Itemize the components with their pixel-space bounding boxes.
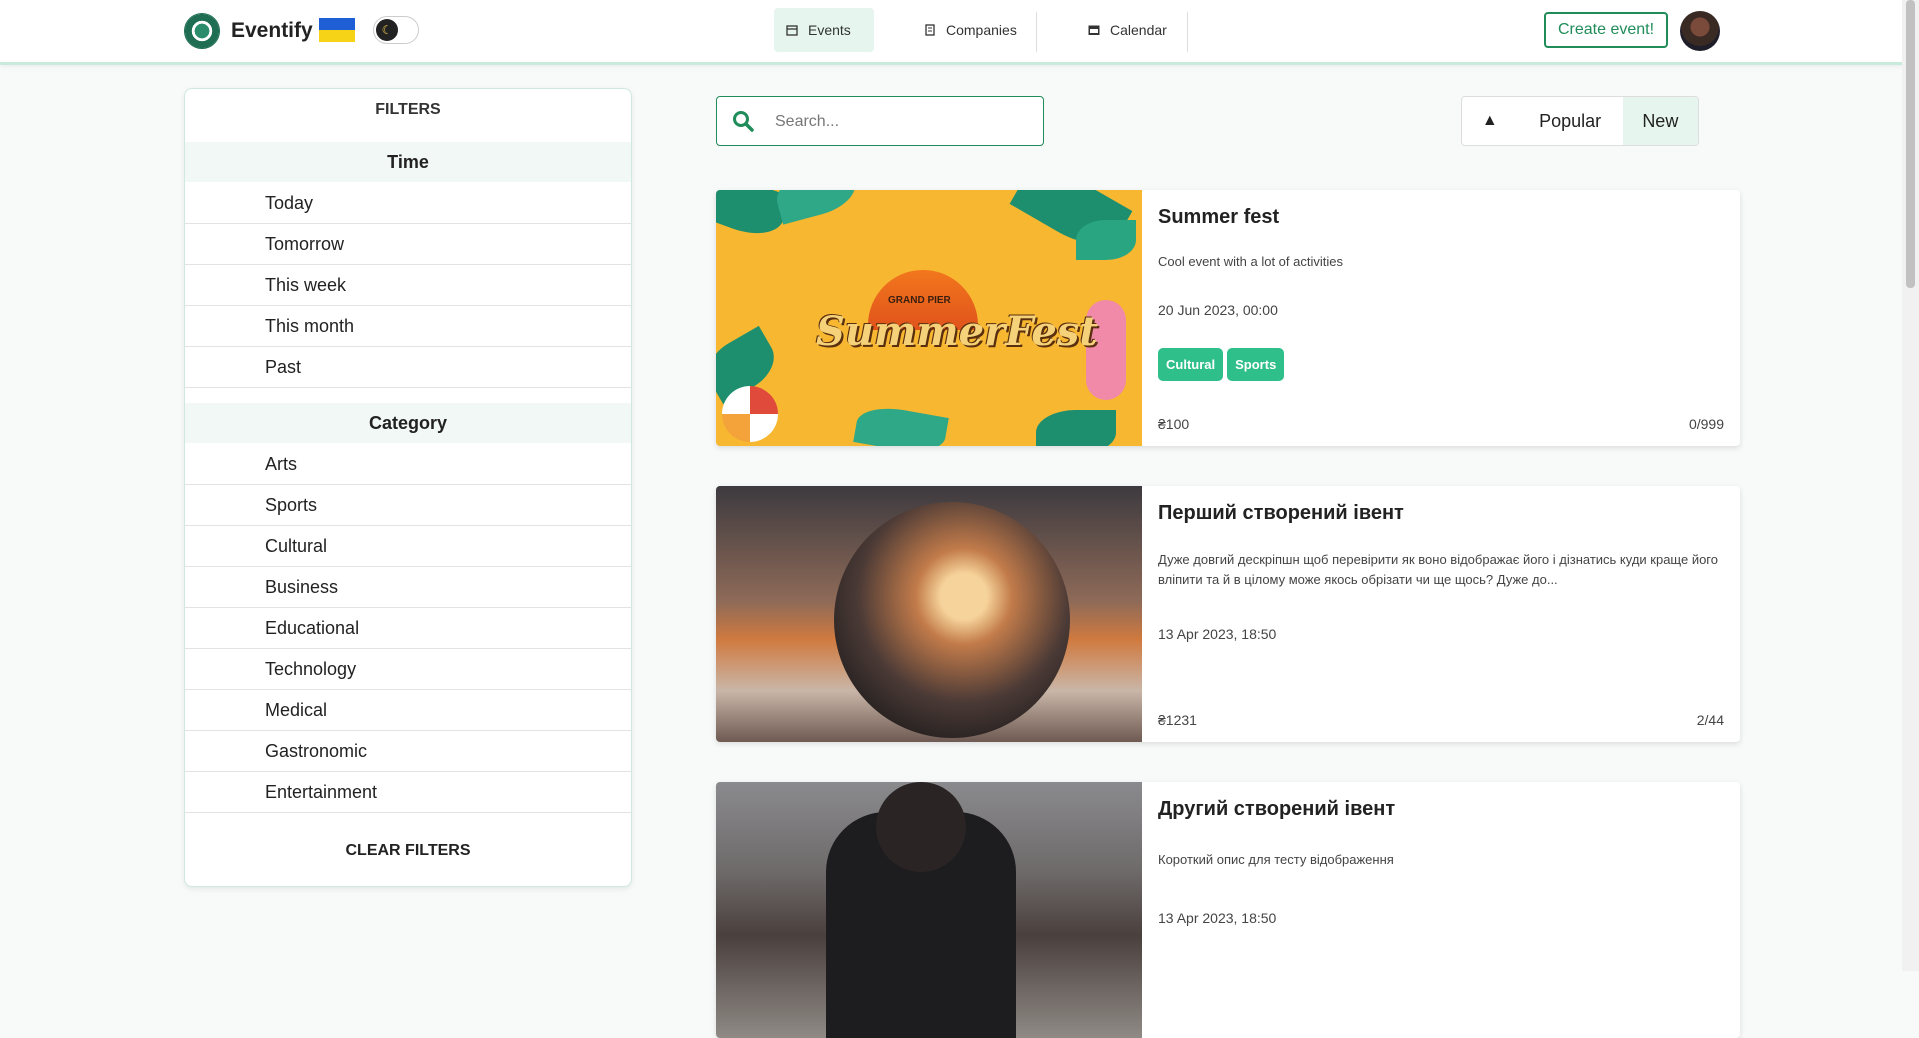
filter-time-tomorrow[interactable]: Tomorrow xyxy=(185,224,631,265)
filter-category-medical[interactable]: Medical xyxy=(185,690,631,731)
category-section-heading: Category xyxy=(185,403,631,443)
filter-category-gastronomic[interactable]: Gastronomic xyxy=(185,731,631,772)
building-icon xyxy=(925,24,935,36)
event-date: 20 Jun 2023, 00:00 xyxy=(1158,302,1278,318)
event-tag[interactable]: Cultural xyxy=(1158,348,1224,381)
event-date: 13 Apr 2023, 18:50 xyxy=(1158,626,1277,642)
filter-time-today[interactable]: Today xyxy=(185,183,631,224)
event-title[interactable]: Summer fest xyxy=(1158,206,1279,229)
tab-companies-label: Companies xyxy=(946,22,1017,38)
event-description: Cool event with a lot of activities xyxy=(1158,254,1343,269)
calendar-icon xyxy=(1088,25,1100,35)
event-seats: 2/44 xyxy=(1696,712,1724,728)
filter-label: Technology xyxy=(265,659,357,679)
event-card[interactable]: Другий створений івент Короткий опис для… xyxy=(716,782,1740,1038)
user-avatar[interactable] xyxy=(1680,11,1720,51)
clear-filters-button[interactable]: CLEAR FILTERS xyxy=(185,842,631,860)
calendar-small-icon xyxy=(786,25,798,36)
beach-ball-icon xyxy=(722,386,778,442)
event-price: ₴1231 xyxy=(1158,712,1197,728)
event-title[interactable]: Другий створений івент xyxy=(1158,798,1395,821)
filter-category-technology[interactable]: Technology xyxy=(185,649,631,690)
filter-label: Today xyxy=(265,193,314,213)
filter-label: Cultural xyxy=(265,536,328,556)
crystal-ball-graphic xyxy=(834,502,1070,738)
filter-category-entertainment[interactable]: Entertainment xyxy=(185,772,631,813)
event-image[interactable] xyxy=(716,486,1142,742)
top-navbar: Eventify ☾ Events Companies Calendar Cre… xyxy=(0,0,1902,65)
create-event-button[interactable]: Create event! xyxy=(1544,12,1668,48)
page-scrollbar[interactable] xyxy=(1902,0,1919,971)
tab-calendar[interactable]: Calendar xyxy=(1076,8,1186,52)
filter-label: Gastronomic xyxy=(265,741,368,761)
filter-time-past[interactable]: Past xyxy=(185,347,631,388)
scrollbar-thumb[interactable] xyxy=(1906,0,1915,288)
dark-mode-toggle[interactable]: ☾ xyxy=(373,16,419,44)
filters-panel: FILTERS Time Today Tomorrow This week Th… xyxy=(184,88,632,887)
event-description: Дуже довгий дескріпшн щоб перевірити як … xyxy=(1158,552,1718,587)
search-input[interactable] xyxy=(773,109,1027,135)
tab-events-label: Events xyxy=(808,22,851,38)
filter-label: This week xyxy=(265,275,347,295)
filter-label: Entertainment xyxy=(265,782,378,802)
time-section-heading: Time xyxy=(185,142,631,182)
event-image[interactable] xyxy=(716,782,1142,1038)
nav-divider xyxy=(1187,12,1188,52)
filter-label: This month xyxy=(265,316,355,336)
nav-divider xyxy=(1036,12,1037,52)
event-seats: 0/999 xyxy=(1688,416,1724,432)
brand-name[interactable]: Eventify xyxy=(231,19,313,43)
sort-direction-arrow-icon[interactable]: ▲ xyxy=(1462,97,1518,145)
event-card[interactable]: GRAND PIER SummerFest Summer fest Cool e… xyxy=(716,190,1740,446)
event-tags: Cultural Sports xyxy=(1158,348,1285,381)
filter-time-this-week[interactable]: This week xyxy=(185,265,631,306)
filter-label: Medical xyxy=(265,700,328,720)
filter-category-business[interactable]: Business xyxy=(185,567,631,608)
sort-popular-button[interactable]: Popular xyxy=(1518,97,1623,145)
filter-label: Sports xyxy=(265,495,318,515)
filter-label: Business xyxy=(265,577,339,597)
event-price: ₴100 xyxy=(1158,416,1190,432)
tab-calendar-label: Calendar xyxy=(1110,22,1167,38)
filter-time-this-month[interactable]: This month xyxy=(185,306,631,347)
search-icon xyxy=(733,111,754,132)
event-title[interactable]: Перший створений івент xyxy=(1158,502,1404,525)
filter-category-arts[interactable]: Arts xyxy=(185,444,631,485)
sort-new-button[interactable]: New xyxy=(1622,97,1698,145)
filter-category-sports[interactable]: Sports xyxy=(185,485,631,526)
event-tag[interactable]: Sports xyxy=(1227,348,1285,381)
event-image-text: SummerFest xyxy=(816,308,1098,355)
tab-events[interactable]: Events xyxy=(774,8,874,52)
sort-control: ▲ Popular New xyxy=(1461,96,1699,146)
filter-label: Past xyxy=(265,357,302,377)
filter-category-cultural[interactable]: Cultural xyxy=(185,526,631,567)
event-image[interactable]: GRAND PIER SummerFest xyxy=(716,190,1142,446)
event-card[interactable]: Перший створений івент Дуже довгий дескр… xyxy=(716,486,1740,742)
tab-companies[interactable]: Companies xyxy=(912,8,1042,52)
eventify-logo[interactable] xyxy=(184,13,220,49)
event-description: Короткий опис для тесту відображення xyxy=(1158,852,1394,867)
event-image-text: GRAND PIER xyxy=(888,295,951,306)
photographer-head-graphic xyxy=(876,782,966,872)
moon-icon: ☾ xyxy=(376,19,398,41)
filter-label: Tomorrow xyxy=(265,234,345,254)
search-box xyxy=(716,96,1044,146)
filter-label: Arts xyxy=(265,454,298,474)
filter-label: Educational xyxy=(265,618,360,638)
filter-category-educational[interactable]: Educational xyxy=(185,608,631,649)
ukraine-flag-icon[interactable] xyxy=(319,18,355,42)
filters-title: FILTERS xyxy=(375,101,441,118)
event-date: 13 Apr 2023, 18:50 xyxy=(1158,910,1277,926)
